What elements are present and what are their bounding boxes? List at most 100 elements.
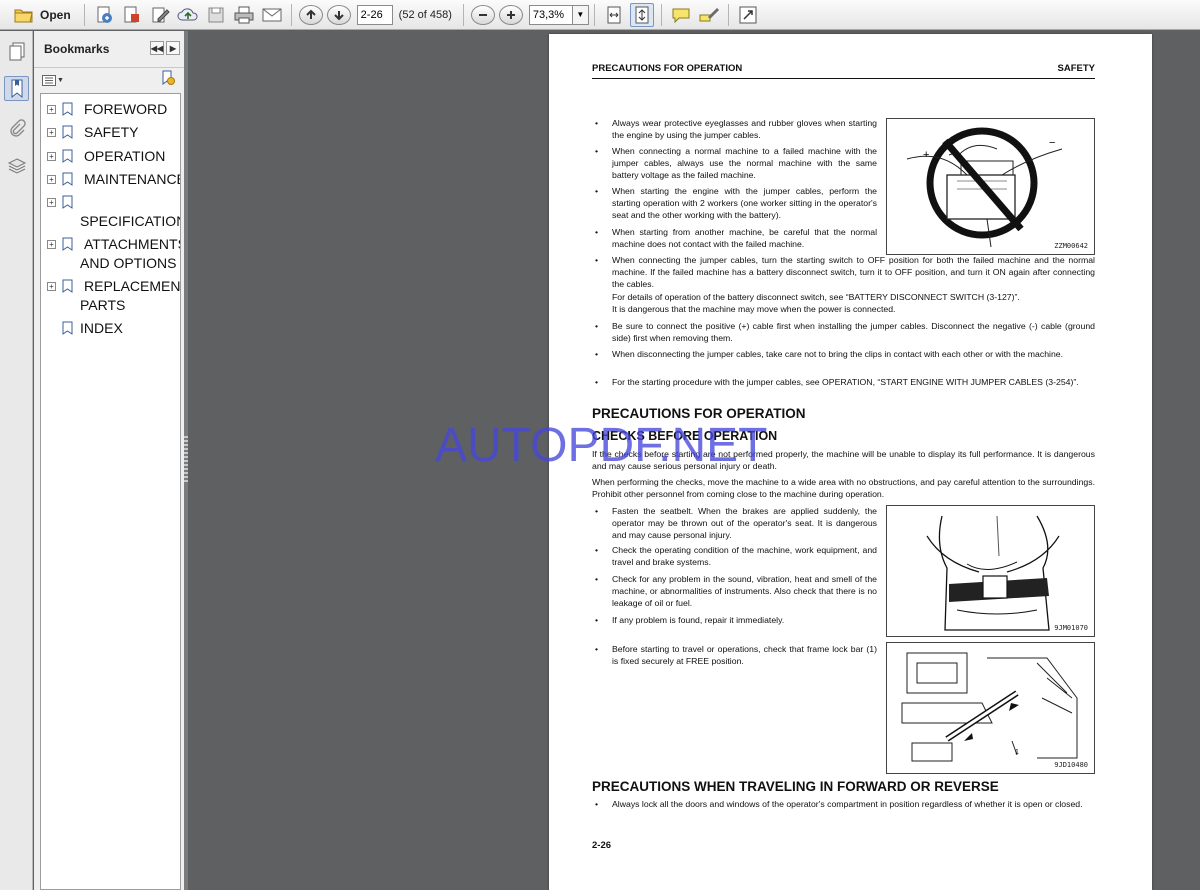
expand-icon[interactable]: + [47, 198, 56, 207]
comment-icon[interactable] [669, 3, 693, 27]
bullet-item: Always wear protective eyeglasses and ru… [595, 117, 877, 141]
create-pdf-icon[interactable] [92, 3, 116, 27]
bookmarks-panel: Bookmarks ◀◀ ▶ ▼ + FOREWORD + SAFETY + O… [34, 31, 184, 890]
edit-icon[interactable] [148, 3, 172, 27]
bullet-item: Check the operating condition of the mac… [595, 544, 877, 568]
expand-icon[interactable]: + [47, 175, 56, 184]
bookmark-item-replacement-parts[interactable]: + REPLACEMENT PARTS [41, 277, 181, 317]
bookmarks-tree: + FOREWORD + SAFETY + OPERATION + MAINTE… [40, 93, 181, 890]
bookmark-item-safety[interactable]: + SAFETY [41, 123, 180, 143]
bookmark-label: FOREWORD [84, 101, 168, 117]
bullet-item: Be sure to connect the positive (+) cabl… [595, 320, 1095, 344]
toolbar: Open (52 of 458) ▼ [0, 0, 1200, 30]
expand-icon[interactable]: + [47, 240, 56, 249]
expand-icon[interactable]: + [47, 152, 56, 161]
bullet-item: When connecting a normal machine to a fa… [595, 145, 877, 182]
layers-icon[interactable] [4, 153, 29, 178]
seatbelt-illustration [926, 515, 1060, 631]
bookmarks-icon[interactable] [4, 76, 29, 101]
bookmark-options-icon[interactable]: ▼ [42, 75, 64, 86]
figure-code: ZZM00642 [1054, 242, 1088, 250]
bookmark-label-line2: PARTS [80, 297, 126, 313]
bullet-item: Before starting to travel or operations,… [595, 643, 877, 667]
save-icon[interactable] [204, 3, 228, 27]
bullet-note: For details of operation of the battery … [612, 291, 1020, 302]
bookmark-page-icon [62, 237, 73, 251]
bullet-item: When starting the engine with the jumper… [595, 185, 877, 222]
expand-icon[interactable]: + [47, 282, 56, 291]
bookmarks-title: Bookmarks [44, 42, 110, 56]
print-icon[interactable] [232, 3, 256, 27]
zoom-input[interactable] [528, 4, 573, 25]
bookmark-page-icon [62, 149, 73, 163]
bullet-item: Always lock all the doors and windows of… [595, 798, 1095, 810]
bookmark-label-line1: ATTACHMENTS [84, 236, 181, 252]
bullet-block: When connecting the jumper cables, turn … [595, 254, 1095, 315]
splitter-grip[interactable] [184, 436, 188, 484]
bookmark-label-line1: REPLACEMENT [84, 278, 181, 294]
bookmark-page-icon [62, 195, 73, 209]
bookmark-item-maintenance[interactable]: + MAINTENANCE [41, 170, 180, 190]
new-bookmark-icon[interactable] [158, 70, 176, 91]
prohibited-battery-illustration [906, 127, 1063, 248]
fit-page-icon[interactable] [629, 2, 654, 27]
bookmark-item-index[interactable]: INDEX [41, 319, 180, 339]
bookmark-item-operation[interactable]: + OPERATION [41, 147, 180, 167]
toolbar-separator [727, 3, 729, 26]
email-icon[interactable] [260, 3, 284, 27]
expand-icon[interactable]: + [47, 128, 56, 137]
bullet-item: For the starting procedure with the jump… [595, 376, 1095, 388]
running-header-right: SAFETY [1057, 63, 1095, 74]
toolbar-separator [660, 3, 662, 26]
highlight-icon[interactable] [697, 3, 721, 27]
attachments-icon[interactable] [4, 116, 29, 141]
upload-cloud-icon[interactable] [176, 3, 200, 27]
bookmark-item-foreword[interactable]: + FOREWORD [41, 100, 180, 120]
bookmark-page-icon [62, 279, 73, 293]
zoom-out-icon[interactable] [470, 4, 495, 25]
page-count-label: (52 of 458) [398, 8, 452, 21]
folder-icon [14, 7, 34, 23]
bookmarks-toolbar: ▼ [34, 67, 184, 93]
bookmarks-header: Bookmarks ◀◀ ▶ [34, 31, 184, 67]
bookmark-label: OPERATION [84, 148, 166, 164]
bookmark-page-icon [62, 321, 73, 335]
minus-sign: − [1049, 137, 1056, 149]
page-number: 2-26 [592, 840, 612, 851]
panel-menu-icon[interactable]: ▶ [166, 41, 180, 55]
bookmark-label: SAFETY [84, 124, 139, 140]
toolbar-separator [462, 3, 464, 26]
page-number-input[interactable] [356, 4, 393, 25]
bullet-note: It is dangerous that the machine may mov… [612, 303, 896, 314]
open-label: Open [40, 7, 71, 22]
bookmark-item-specifications[interactable]: + SPECIFICATIONS [41, 193, 180, 233]
bullet-item: When connecting the jumper cables, turn … [595, 254, 1095, 291]
bullet-item: If any problem is found, repair it immed… [595, 614, 877, 626]
expand-icon[interactable]: + [47, 105, 56, 114]
next-page-icon[interactable] [326, 4, 351, 25]
figure-code: 9JM01070 [1054, 624, 1088, 632]
zoom-in-icon[interactable] [498, 4, 523, 25]
running-header-left: PRECAUTIONS FOR OPERATION [592, 63, 743, 74]
plus-sign: + [923, 149, 930, 161]
watermark: AUTOPDF.NET [435, 419, 768, 472]
header-rule [592, 78, 1095, 79]
export-icon[interactable] [120, 3, 144, 27]
fit-width-icon[interactable] [602, 3, 626, 27]
bullet-item: When disconnecting the jumper cables, ta… [595, 348, 1095, 360]
bookmark-label: INDEX [80, 320, 123, 336]
frame-lock-bar-illustration [901, 652, 1078, 762]
bookmark-page-icon [62, 102, 73, 116]
bullet-item: Check for any problem in the sound, vibr… [595, 573, 877, 610]
section-title: PRECAUTIONS WHEN TRAVELING IN FORWARD OR… [592, 779, 999, 794]
fullscreen-icon[interactable] [736, 3, 760, 27]
bookmark-item-attachments-options[interactable]: + ATTACHMENTS AND OPTIONS [41, 235, 181, 275]
open-button[interactable]: Open [8, 3, 77, 27]
navigation-pane-strip [0, 31, 33, 890]
page-thumbnails-icon[interactable] [4, 39, 29, 64]
collapse-panel-icon[interactable]: ◀◀ [150, 41, 164, 55]
figure-jumper-prohibited: + − ZZM00642 [886, 118, 1095, 255]
previous-page-icon[interactable] [298, 4, 323, 25]
zoom-dropdown-icon[interactable]: ▼ [572, 4, 589, 25]
bookmark-label: SPECIFICATIONS [80, 213, 180, 229]
